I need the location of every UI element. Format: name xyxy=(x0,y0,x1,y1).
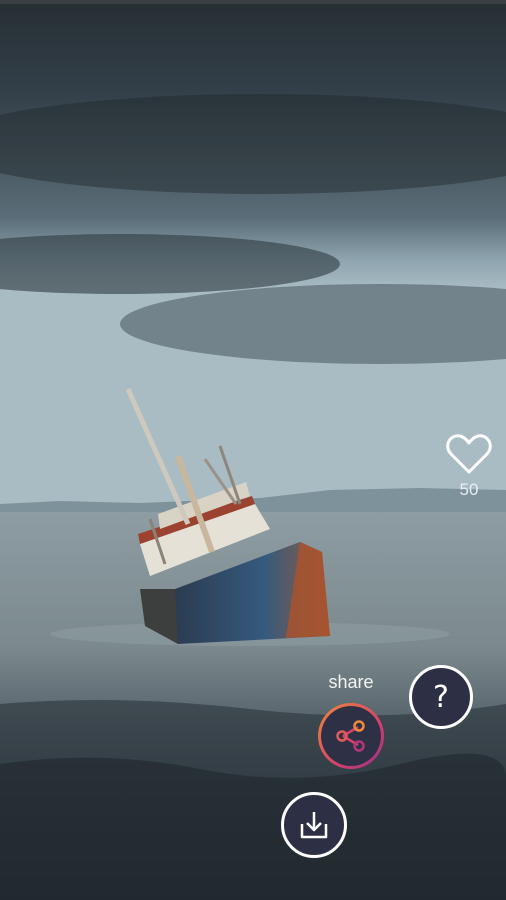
wallpaper-image xyxy=(0,4,506,900)
like-count: 50 xyxy=(459,480,479,499)
heart-outline-icon xyxy=(446,434,492,474)
download-button[interactable] xyxy=(281,792,347,858)
help-icon: ? xyxy=(433,679,449,715)
download-icon xyxy=(300,812,328,839)
share-icon xyxy=(336,720,365,752)
share-button-inner xyxy=(321,706,381,766)
share-button[interactable] xyxy=(318,703,384,769)
help-button[interactable]: ? xyxy=(409,665,473,729)
share-label: share xyxy=(328,672,374,692)
like-button[interactable]: 50 xyxy=(444,432,494,512)
wallpaper-viewer-screen: 50 share ? xyxy=(0,0,506,900)
